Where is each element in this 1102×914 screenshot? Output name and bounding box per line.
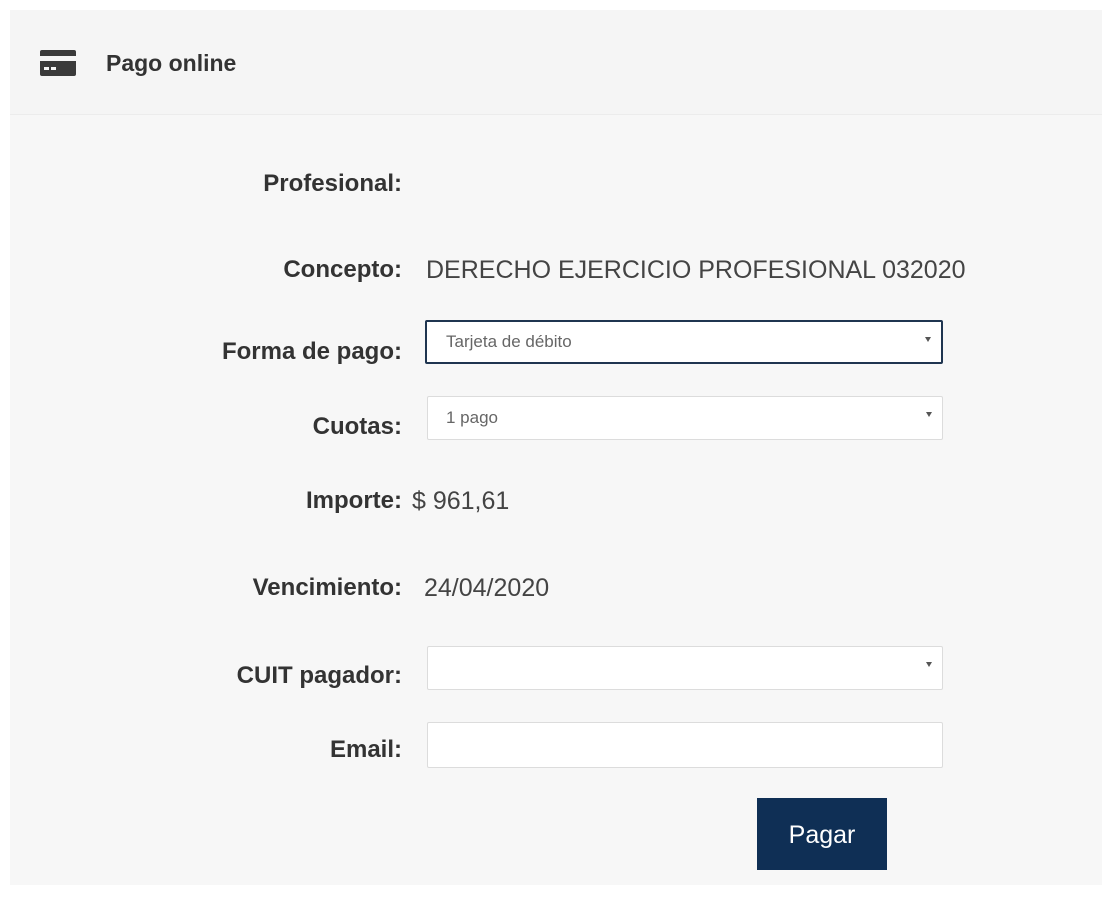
chevron-down-icon: [926, 412, 932, 417]
profesional-label: Profesional:: [263, 170, 402, 197]
importe-value: $ 961,61: [412, 487, 510, 515]
forma-de-pago-select[interactable]: Tarjeta de débito: [425, 320, 943, 364]
cuit-pagador-label: CUIT pagador:: [236, 662, 402, 689]
panel-title: Pago online: [106, 50, 237, 76]
concepto-value: DERECHO EJERCICIO PROFESIONAL 032020: [426, 256, 966, 284]
forma-de-pago-label: Forma de pago:: [221, 338, 402, 365]
email-label: Email:: [329, 736, 402, 763]
concepto-label: Concepto:: [283, 256, 402, 283]
chevron-down-icon: [926, 662, 932, 667]
credit-card-icon: [40, 50, 76, 76]
chevron-down-icon: [925, 337, 931, 342]
panel-header: Pago online: [10, 10, 1102, 115]
cuotas-selected: 1 pago: [446, 408, 498, 427]
vencimiento-value: 24/04/2020: [424, 574, 550, 602]
cuotas-label: Cuotas:: [312, 413, 402, 440]
email-field[interactable]: [427, 722, 943, 768]
forma-de-pago-selected: Tarjeta de débito: [446, 332, 572, 351]
pagar-button[interactable]: Pagar: [757, 798, 887, 870]
vencimiento-label: Vencimiento:: [252, 574, 402, 601]
importe-label: Importe:: [306, 487, 402, 514]
payment-form: [10, 115, 1102, 885]
cuit-pagador-select[interactable]: [427, 646, 943, 690]
cuotas-select[interactable]: 1 pago: [427, 396, 943, 440]
